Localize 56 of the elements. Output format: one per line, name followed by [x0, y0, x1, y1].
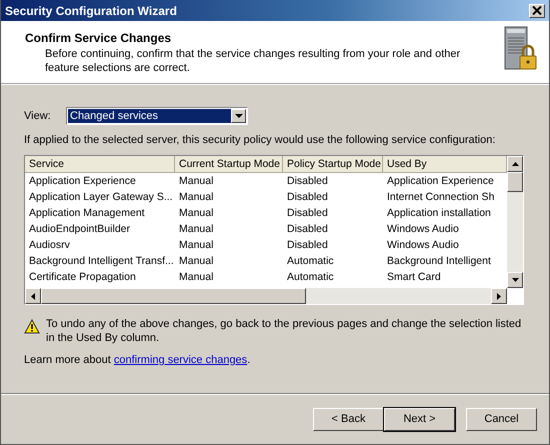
table-cell-text: Manual — [178, 223, 214, 235]
table-cell-text: Automatic — [286, 271, 335, 283]
down-arrow-icon — [512, 278, 518, 282]
table-cell-text: Manual — [178, 175, 214, 187]
table-cell-text: Disabled — [286, 239, 329, 251]
table-cell-text: Manual — [178, 239, 214, 251]
window-title: Security Configuration Wizard — [5, 4, 177, 18]
left-arrow-icon — [31, 292, 35, 300]
learn-more-text: Learn more about confirming service changes. — [24, 354, 252, 366]
table-cell-text: Certificate Propagation — [28, 271, 137, 283]
up-arrow-icon — [512, 162, 518, 166]
page-heading: Confirm Service Changes — [25, 31, 172, 45]
table-cell-text: AudioEndpointBuilder — [28, 223, 131, 235]
table-cell-text: Windows Audio — [386, 239, 460, 251]
vertical-scrollbar[interactable] — [507, 156, 523, 288]
close-button[interactable] — [529, 4, 545, 18]
horizontal-scrollbar[interactable] — [25, 288, 507, 304]
table-cell-text: Manual — [178, 271, 214, 283]
column-header[interactable]: Current Startup Mode — [175, 156, 283, 173]
column-header[interactable]: Service — [25, 156, 175, 173]
table-cell-text: Manual — [178, 191, 214, 203]
table-cell-text: Automatic — [286, 255, 335, 267]
help-link[interactable]: confirming service changes — [114, 354, 248, 366]
column-header[interactable]: Policy Startup Mode — [283, 156, 383, 173]
dropdown-arrow-icon — [234, 114, 242, 118]
table-cell-text: Application Experience — [28, 175, 137, 187]
table-cell-text: Background Intelligent Transf... — [28, 255, 175, 267]
wizard-button[interactable]: Cancel — [466, 408, 537, 430]
table-cell-text: Windows Audio — [386, 223, 460, 235]
table-cell-text: Smart Card — [386, 271, 442, 283]
server-lock-icon — [503, 26, 539, 72]
warning-text: To undo any of the above changes, go back to the previous pages and change the selection listed in the Used By column. — [46, 317, 522, 345]
right-arrow-icon — [497, 292, 501, 300]
table-cell-text: Background Intelligent — [386, 255, 492, 267]
table-cell-text: Disabled — [286, 191, 329, 203]
view-label: View: — [24, 110, 52, 122]
table-cell-text: Application Experience — [386, 175, 495, 187]
table-cell-text: Application Management — [28, 207, 146, 219]
table-cell-text: Manual — [178, 207, 214, 219]
wizard-button[interactable]: < Back — [313, 408, 384, 430]
table-cell-text: Application Layer Gateway S... — [28, 191, 174, 203]
intro-text: If applied to the selected server, this security policy would use the following service configuration: — [24, 134, 496, 146]
wizard-button[interactable]: Next > — [384, 408, 455, 430]
table-cell-text: Internet Connection Sh — [386, 191, 496, 203]
view-dropdown[interactable]: Changed services — [66, 107, 248, 125]
page-description: Before continuing, confirm that the service changes resulting from your role and other feature selections are correct. — [45, 47, 462, 75]
table-cell-text: Audiosrv — [28, 239, 71, 251]
scroll-thumb[interactable] — [41, 288, 306, 304]
table-cell-text: Disabled — [286, 223, 329, 235]
table-cell-text: Manual — [178, 255, 214, 267]
scroll-thumb[interactable] — [507, 172, 523, 192]
column-header[interactable]: Used By — [383, 156, 507, 173]
warning-icon — [24, 319, 40, 334]
table-cell-text: Disabled — [286, 175, 329, 187]
table-cell-text: Disabled — [286, 207, 329, 219]
table-cell-text: Application installation — [386, 207, 492, 219]
